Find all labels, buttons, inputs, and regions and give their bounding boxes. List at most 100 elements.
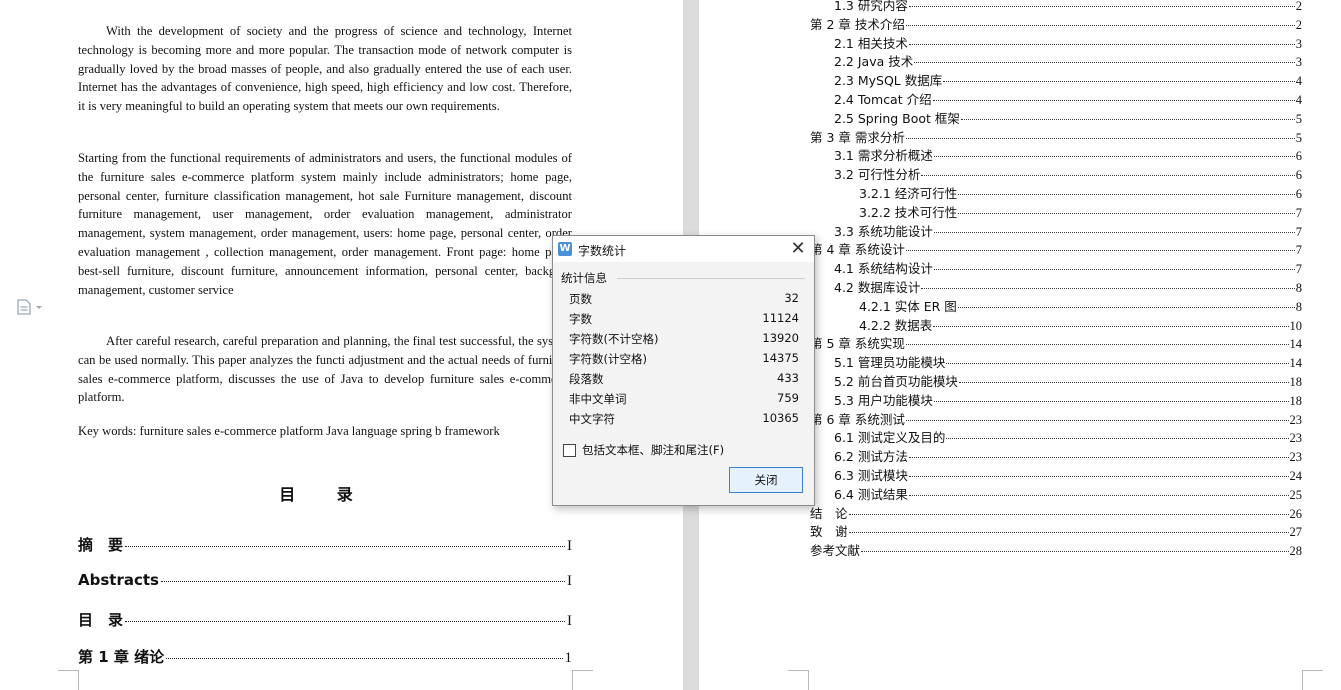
toc-entry[interactable]: 3.1 需求分析概述 6 xyxy=(834,145,1302,163)
toc-entry-title: 2.2 Java 技术 xyxy=(834,54,914,70)
toc-entry-title: 4.2 数据库设计 xyxy=(834,280,921,295)
toc-entry-page: 18 xyxy=(1289,393,1303,408)
toc-entry-title: 2.3 MySQL 数据库 xyxy=(834,73,943,89)
toc-entry-title: 参考文献 xyxy=(810,543,861,559)
toc-entry-page: I xyxy=(567,573,572,589)
toc-entry[interactable]: 2.2 Java 技术 3 xyxy=(834,51,1302,69)
toc-leader xyxy=(958,382,1289,383)
toc-entry-page: 2 xyxy=(1295,0,1302,13)
toc-leader xyxy=(957,306,1295,308)
toc-entry[interactable]: 第 6 章 系统测试 23 xyxy=(810,409,1302,427)
toc-entry[interactable]: 摘 要 I xyxy=(78,534,572,555)
toc-entry-page: 7 xyxy=(1295,205,1302,220)
document-side-icon[interactable] xyxy=(16,299,46,315)
toc-entry-title: 第 6 章 系统测试 xyxy=(810,411,905,427)
toc-entry-title: 第 4 章 系统设计 xyxy=(810,242,905,258)
toc-entry-page: 7 xyxy=(1295,243,1302,258)
toc-leader xyxy=(905,24,1295,26)
dialog-titlebar[interactable]: W 字数统计 ✕ xyxy=(553,236,814,262)
toc-entry[interactable]: 5.1 管理员功能模块 14 xyxy=(834,352,1302,370)
toc-entry[interactable]: 2.4 Tomcat 介绍 4 xyxy=(834,89,1302,107)
include-textbox-footnotes-checkbox[interactable]: 包括文本框、脚注和尾注(F) xyxy=(563,442,724,458)
toc-entry[interactable]: 3.2.1 经济可行性 6 xyxy=(859,183,1302,201)
toc-entry[interactable]: 6.1 测试定义及目的 23 xyxy=(834,427,1302,445)
stat-row: 段落数 433 xyxy=(569,371,799,391)
keywords-paragraph: Key words: furniture sales e-commerce pl… xyxy=(78,424,500,438)
toc-leader xyxy=(958,194,1295,195)
toc-entry[interactable]: 5.2 前台首页功能模块 18 xyxy=(834,371,1302,389)
toc-entry[interactable]: 4.2.2 数据表 10 xyxy=(859,315,1302,333)
stat-row: 非中文单词 759 xyxy=(569,391,799,411)
toc-entry[interactable]: 3.3 系统功能设计 7 xyxy=(834,221,1302,239)
toc-entry[interactable]: 1.3 研究内容 2 xyxy=(834,0,1302,13)
abstract-paragraph-3: After careful research, careful preparat… xyxy=(78,334,572,405)
toc-entry[interactable]: Abstracts I xyxy=(78,571,572,590)
toc-leader xyxy=(946,363,1289,365)
toc-entry-title: 3.3 系统功能设计 xyxy=(834,223,933,239)
toc-entry[interactable]: 2.5 Spring Boot 框架 5 xyxy=(834,108,1302,126)
toc-leader xyxy=(933,231,1295,233)
toc-entry[interactable]: 5.3 用户功能模块 18 xyxy=(834,390,1302,408)
toc-entry-page: I xyxy=(567,538,572,554)
toc-entry-title: 2.4 Tomcat 介绍 xyxy=(834,92,932,107)
toc-entry[interactable]: 6.2 测试方法 23 xyxy=(834,446,1302,464)
toc-entry[interactable]: 致 谢 27 xyxy=(810,521,1302,539)
abstract-paragraph-1: With the development of society and the … xyxy=(78,24,572,114)
toc-leader xyxy=(933,269,1295,271)
close-icon[interactable]: ✕ xyxy=(788,239,808,259)
toc-entry-page: 8 xyxy=(1295,299,1302,314)
toc-entry-title: 6.3 测试模块 xyxy=(834,468,908,483)
toc-leader xyxy=(908,457,1289,459)
toc-entry-page: 6 xyxy=(1295,168,1302,183)
toc-entry-page: 7 xyxy=(1295,262,1302,277)
close-button[interactable]: 关闭 xyxy=(729,467,803,493)
toc-leader xyxy=(932,100,1295,101)
toc-entry[interactable]: 第 5 章 系统实现 14 xyxy=(810,333,1302,351)
toc-leader xyxy=(908,43,1295,45)
toc-entry-page: 18 xyxy=(1289,375,1303,389)
toc-leader xyxy=(921,175,1295,177)
toc-entry[interactable]: 第 4 章 系统设计 7 xyxy=(810,239,1302,257)
word-count-dialog[interactable]: W 字数统计 ✕ 统计信息 页数 32 字数 11124 字符数(不计空格) 1… xyxy=(552,235,815,506)
toc-entry-title: 5.2 前台首页功能模块 xyxy=(834,374,958,389)
toc-entry-title: 第 1 章 绪论 xyxy=(78,648,165,666)
toc-entry[interactable]: 第 1 章 绪论 1 xyxy=(78,646,572,667)
stat-label: 页数 xyxy=(569,292,592,306)
stat-label: 字数 xyxy=(569,312,592,326)
page-corner-mark xyxy=(788,670,809,690)
toc-entry[interactable]: 2.1 相关技术 3 xyxy=(834,33,1302,51)
toc-entry-page: 14 xyxy=(1289,337,1303,352)
toc-entry[interactable]: 4.2 数据库设计 8 xyxy=(834,277,1302,295)
toc-entry[interactable]: 第 3 章 需求分析 5 xyxy=(810,127,1302,145)
stat-value: 759 xyxy=(777,391,799,405)
toc-entry[interactable]: 3.2 可行性分析 6 xyxy=(834,164,1302,182)
toc-entry[interactable]: 6.3 测试模块 24 xyxy=(834,465,1302,483)
checkbox-label: 包括文本框、脚注和尾注(F) xyxy=(582,443,725,457)
toc-entry[interactable]: 4.1 系统结构设计 7 xyxy=(834,258,1302,276)
abstract-paragraph-2: Starting from the functional requirement… xyxy=(78,151,572,297)
toc-entry[interactable]: 4.2.1 实体 ER 图 8 xyxy=(859,296,1302,314)
toc-entry-page: I xyxy=(567,613,572,629)
checkbox-box[interactable] xyxy=(563,443,576,457)
toc-entry[interactable]: 参考文献 28 xyxy=(810,540,1302,558)
toc-entry[interactable]: 第 2 章 技术介绍 2 xyxy=(810,14,1302,32)
toc-leader xyxy=(914,62,1295,64)
toc-entry-title: 结 论 xyxy=(810,505,848,521)
toc-entry-title: 6.2 测试方法 xyxy=(834,449,908,465)
toc-entry-page: 1 xyxy=(564,650,573,666)
toc-entry-title: 1.3 研究内容 xyxy=(834,0,908,13)
toc-leader xyxy=(908,494,1289,496)
stat-row: 字符数(不计空格) 13920 xyxy=(569,331,799,351)
toc-entry[interactable]: 3.2.2 技术可行性 7 xyxy=(859,202,1302,220)
toc-entry-page: 23 xyxy=(1289,431,1303,446)
toc-entry[interactable]: 结 论 26 xyxy=(810,503,1302,521)
wps-app-icon: W xyxy=(558,242,572,256)
toc-entry-page: 4 xyxy=(1295,93,1302,107)
toc-leader xyxy=(921,288,1295,289)
toc-entry-title: 目 录 xyxy=(78,611,124,629)
toc-entry-page: 24 xyxy=(1289,469,1303,483)
toc-entry[interactable]: 2.3 MySQL 数据库 4 xyxy=(834,70,1302,88)
toc-entry[interactable]: 6.4 测试结果 25 xyxy=(834,484,1302,502)
toc-entry[interactable]: 目 录 I xyxy=(78,609,572,630)
toc-entry-title: 致 谢 xyxy=(810,524,848,540)
